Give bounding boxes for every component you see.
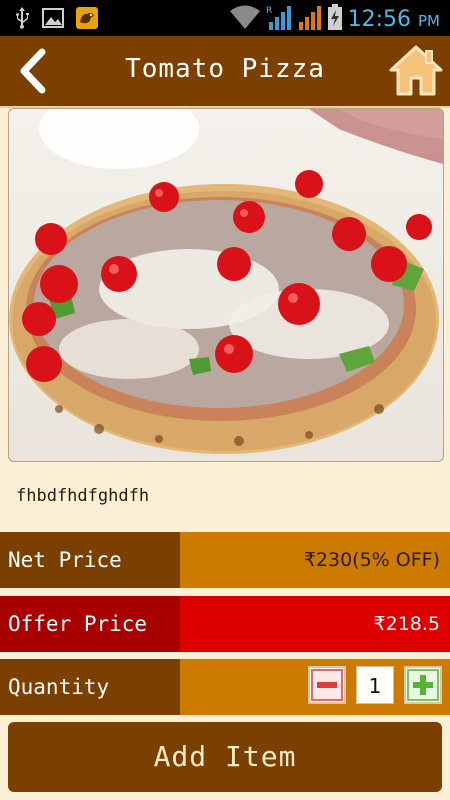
home-icon <box>389 45 443 96</box>
quantity-value[interactable]: 1 <box>356 666 394 704</box>
offer-price-row: Offer Price ₹218.5 <box>0 596 450 652</box>
add-item-button[interactable]: Add Item <box>8 722 442 792</box>
quantity-label: Quantity <box>0 659 180 715</box>
app-header: Tomato Pizza <box>0 36 450 108</box>
signal-icon-2 <box>298 4 322 34</box>
offer-price-label: Offer Price <box>0 596 180 652</box>
status-left-icons <box>14 7 98 33</box>
battery-charging-icon <box>327 4 342 34</box>
status-bar: R 12:56 PM <box>0 0 450 36</box>
minus-icon <box>311 669 343 701</box>
net-price-row: Net Price ₹230(5% OFF) <box>0 532 450 588</box>
quantity-stepper: 1 <box>180 659 450 715</box>
image-icon <box>42 8 64 32</box>
signal-icon-1: R <box>266 4 292 34</box>
roaming-marker: R <box>266 6 272 16</box>
status-right-icons: R 12:56 PM <box>229 4 440 34</box>
decrement-button[interactable] <box>308 666 346 704</box>
pizza-photo <box>9 109 443 454</box>
wifi-icon <box>229 4 260 34</box>
product-description: fhbdfhdfghdfh <box>16 486 150 506</box>
offer-price-value: ₹218.5 <box>180 596 450 652</box>
increment-button[interactable] <box>404 666 442 704</box>
home-button[interactable] <box>388 44 444 98</box>
quantity-row: Quantity 1 <box>0 659 450 715</box>
net-price-value: ₹230(5% OFF) <box>180 532 450 588</box>
clock: 12:56 PM <box>347 6 440 32</box>
usb-icon <box>14 7 30 33</box>
plus-icon <box>407 669 439 701</box>
net-price-label: Net Price <box>0 532 180 588</box>
page-title: Tomato Pizza <box>125 54 325 84</box>
bird-app-icon <box>76 7 98 33</box>
product-image <box>8 108 444 462</box>
